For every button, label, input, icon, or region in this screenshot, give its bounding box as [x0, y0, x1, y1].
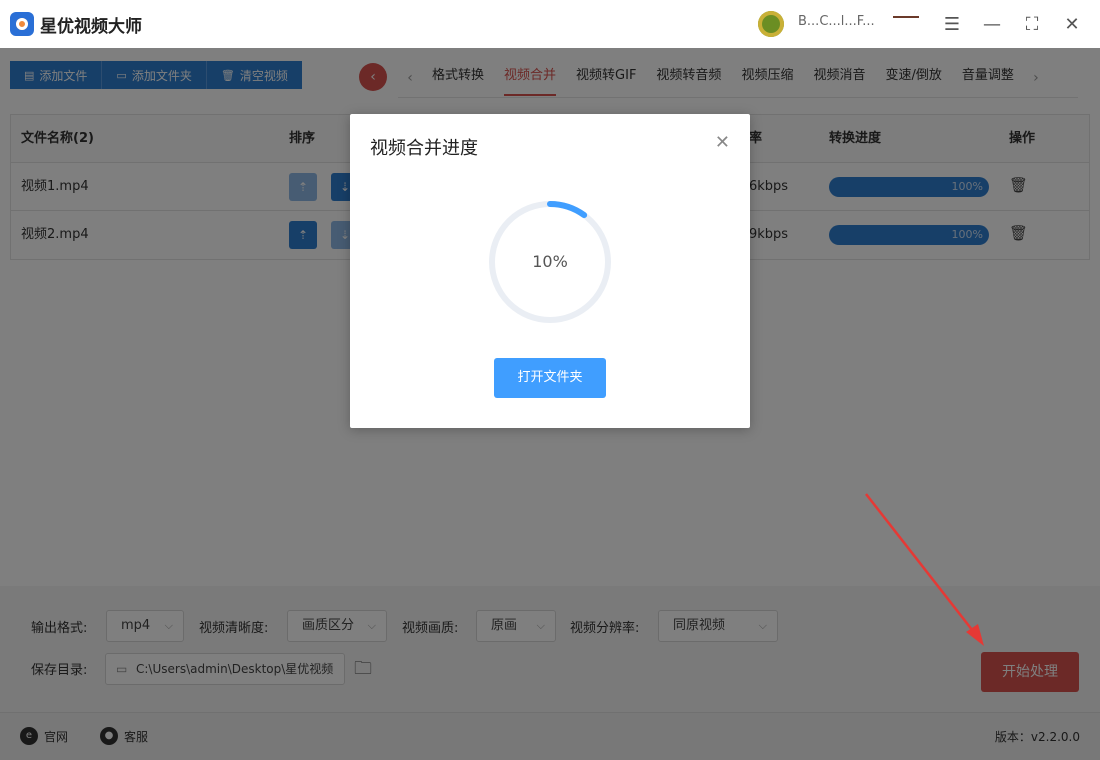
open-folder-button[interactable]: 打开文件夹 — [494, 358, 606, 398]
close-icon[interactable]: ✕ — [715, 132, 730, 153]
app-title: 星优视频大师 — [40, 16, 142, 37]
maximize-icon[interactable]: ⛶ — [1018, 10, 1046, 38]
annotation-arrow — [865, 493, 984, 646]
minimize-icon[interactable]: — — [978, 10, 1006, 38]
menu-icon[interactable] — [893, 16, 919, 32]
settings-sliders-icon[interactable]: ☰ — [938, 10, 966, 38]
merge-progress-dialog: 视频合并进度 ✕ 10% 打开文件夹 — [350, 114, 750, 428]
progress-percent: 10% — [532, 252, 568, 271]
close-window-icon[interactable]: ✕ — [1058, 10, 1086, 38]
title-bar: 星优视频大师 — [0, 0, 1100, 48]
user-name[interactable]: B...C...l...F... — [798, 14, 878, 29]
user-avatar[interactable] — [758, 11, 784, 37]
dialog-title: 视频合并进度 — [370, 138, 478, 159]
app-logo-icon — [10, 12, 34, 36]
